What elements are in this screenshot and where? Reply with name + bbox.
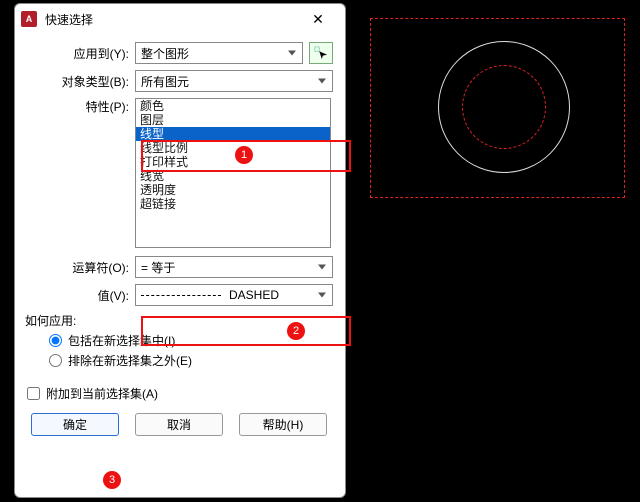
dashed-circle xyxy=(462,65,546,149)
operator-select[interactable]: = 等于 xyxy=(135,256,333,278)
callout-badge-3: 3 xyxy=(103,471,121,489)
value-text: DASHED xyxy=(229,288,279,302)
property-item[interactable]: 打印样式 xyxy=(136,155,330,169)
radio-include-label: 包括在新选择集中(I) xyxy=(68,332,175,349)
button-bar: 确定 取消 帮助(H) xyxy=(25,405,333,444)
cancel-button[interactable]: 取消 xyxy=(135,413,223,436)
how-apply-group: 如何应用: 包括在新选择集中(I) 排除在新选择集之外(E) xyxy=(25,312,333,369)
append-checkbox-input[interactable] xyxy=(27,387,40,400)
property-item[interactable]: 线型比例 xyxy=(136,141,330,155)
append-checkbox-label: 附加到当前选择集(A) xyxy=(46,385,158,402)
apply-to-label: 应用到(Y): xyxy=(25,45,135,62)
property-item[interactable]: 颜色 xyxy=(136,99,330,113)
value-select[interactable]: DASHED xyxy=(135,284,333,306)
property-item[interactable]: 透明度 xyxy=(136,183,330,197)
cursor-pick-icon xyxy=(314,46,328,60)
value-label: 值(V): xyxy=(25,287,135,304)
value-sample: DASHED xyxy=(141,288,327,302)
ok-button[interactable]: 确定 xyxy=(31,413,119,436)
properties-label: 特性(P): xyxy=(25,98,135,115)
apply-to-value: 整个图形 xyxy=(141,45,189,62)
radio-exclude-label: 排除在新选择集之外(E) xyxy=(68,352,192,369)
radio-include-input[interactable] xyxy=(49,334,62,347)
property-item[interactable]: 线型 xyxy=(136,127,330,141)
cad-preview xyxy=(370,18,625,198)
help-button-label: 帮助(H) xyxy=(263,416,304,433)
apply-to-select[interactable]: 整个图形 xyxy=(135,42,303,64)
object-type-select[interactable]: 所有图元 xyxy=(135,70,333,92)
append-checkbox[interactable]: 附加到当前选择集(A) xyxy=(27,385,333,402)
object-type-value: 所有图元 xyxy=(141,73,189,90)
cancel-button-label: 取消 xyxy=(167,416,191,433)
object-type-label: 对象类型(B): xyxy=(25,73,135,90)
close-button[interactable]: ✕ xyxy=(297,5,339,33)
callout-badge-1: 1 xyxy=(235,146,253,164)
pick-objects-button[interactable] xyxy=(309,42,333,64)
close-icon: ✕ xyxy=(312,11,324,28)
app-icon: A xyxy=(21,11,37,27)
operator-value: = 等于 xyxy=(141,259,175,276)
quick-select-dialog: A 快速选择 ✕ 应用到(Y): 整个图形 对象类型(B): 所有图元 特性(P… xyxy=(14,3,346,498)
property-item[interactable]: 线宽 xyxy=(136,169,330,183)
radio-exclude-input[interactable] xyxy=(49,354,62,367)
help-button[interactable]: 帮助(H) xyxy=(239,413,327,436)
titlebar: A 快速选择 ✕ xyxy=(15,4,345,34)
dialog-title: 快速选择 xyxy=(45,11,297,28)
callout-badge-2: 2 xyxy=(287,322,305,340)
property-item[interactable]: 超链接 xyxy=(136,197,330,211)
dashed-linetype-icon xyxy=(141,295,221,296)
dialog-body: 应用到(Y): 整个图形 对象类型(B): 所有图元 特性(P): 颜色图层线型… xyxy=(15,34,345,454)
ok-button-label: 确定 xyxy=(63,416,87,433)
property-item[interactable]: 图层 xyxy=(136,113,330,127)
operator-label: 运算符(O): xyxy=(25,259,135,276)
properties-listbox[interactable]: 颜色图层线型线型比例打印样式线宽透明度超链接 xyxy=(135,98,331,248)
radio-exclude[interactable]: 排除在新选择集之外(E) xyxy=(49,352,333,369)
